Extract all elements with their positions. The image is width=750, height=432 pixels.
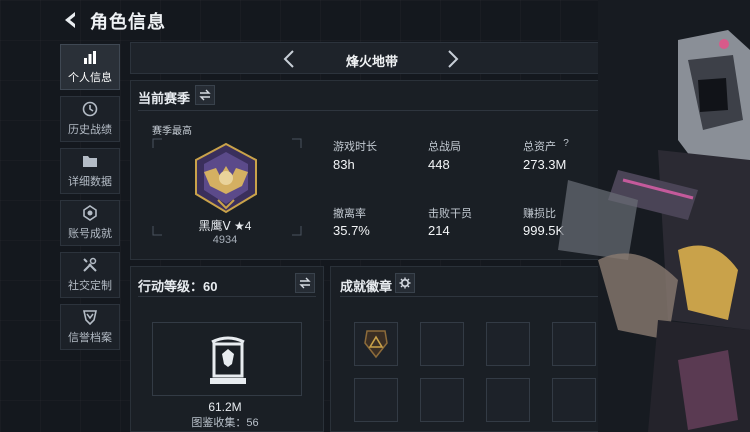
rank-emblem-icon <box>195 142 257 214</box>
badge-slot-empty[interactable] <box>354 378 398 422</box>
swap-icon <box>299 277 311 289</box>
nav-item-personal-info[interactable]: 个人信息 <box>60 44 120 90</box>
character-model-image <box>558 0 750 432</box>
stat-value-total-matches: 448 <box>428 157 450 172</box>
back-button[interactable] <box>60 9 82 31</box>
nav-item-credit-record[interactable]: 信誉档案 <box>60 304 120 350</box>
gear-icon <box>399 277 411 289</box>
clock-icon <box>82 101 98 117</box>
badge-slot[interactable] <box>354 322 398 366</box>
collection-label: 图鉴收集：56 <box>191 417 259 429</box>
nav-item-label: 信誉档案 <box>68 332 112 344</box>
achievements-title: 成就徽章 <box>340 279 393 294</box>
nav-item-label: 账号成就 <box>68 228 112 240</box>
nav-item-detailed-data[interactable]: 详细数据 <box>60 148 120 194</box>
badge-slot-empty[interactable] <box>420 322 464 366</box>
season-switch-button[interactable] <box>195 85 215 105</box>
collection-display-icon <box>210 336 246 384</box>
action-level-divider <box>138 296 316 297</box>
nav-item-social-custom[interactable]: 社交定制 <box>60 252 120 298</box>
mode-next-button[interactable] <box>443 49 461 69</box>
back-arrow-icon <box>65 12 75 28</box>
stat-value-playtime: 83h <box>333 157 355 172</box>
shield-icon <box>83 310 97 325</box>
rank-score: 4934 <box>212 234 238 246</box>
stat-value-operators-defeated: 214 <box>428 223 450 238</box>
badge-emblem-icon <box>364 330 388 359</box>
badge-slot-empty[interactable] <box>486 322 530 366</box>
folder-icon <box>83 156 97 167</box>
swap-icon <box>199 89 211 101</box>
season-peak-label: 赛季最高 <box>152 126 192 137</box>
stat-label-extraction-rate: 撤离率 <box>333 208 366 220</box>
achievements-settings-button[interactable] <box>395 273 415 293</box>
bar-chart-icon <box>84 51 96 64</box>
nav-item-label: 社交定制 <box>68 280 112 292</box>
action-level-title: 行动等级：60 <box>138 279 218 294</box>
chevron-right-icon <box>448 50 459 68</box>
stat-label-playtime: 游戏时长 <box>333 141 377 153</box>
collection-value: 61.2M <box>208 400 242 414</box>
stat-value-extraction-rate: 35.7% <box>333 223 370 238</box>
nav-item-label: 历史战绩 <box>68 124 112 136</box>
nav-item-account-achievements[interactable]: 账号成就 <box>60 200 120 246</box>
nav-item-match-history[interactable]: 历史战绩 <box>60 96 120 142</box>
rank-name: 黑鹰Ⅴ ★4 <box>198 219 252 233</box>
page-title: 角色信息 <box>90 12 166 32</box>
tools-icon <box>83 257 97 272</box>
nav-item-label: 详细数据 <box>68 176 112 188</box>
badge-slot-empty[interactable] <box>420 378 464 422</box>
stat-label-total-matches: 总战局 <box>428 141 461 153</box>
side-nav: 个人信息 历史战绩 详细数据 账号成就 社交定制 信誉档案 <box>60 44 122 356</box>
nav-item-label: 个人信息 <box>68 72 112 84</box>
season-title: 当前赛季 <box>138 91 191 106</box>
action-level-switch-button[interactable] <box>295 273 315 293</box>
achievement-icon <box>83 205 97 221</box>
stat-label-operators-defeated: 击败干员 <box>428 208 472 220</box>
badge-slot-empty[interactable] <box>486 378 530 422</box>
